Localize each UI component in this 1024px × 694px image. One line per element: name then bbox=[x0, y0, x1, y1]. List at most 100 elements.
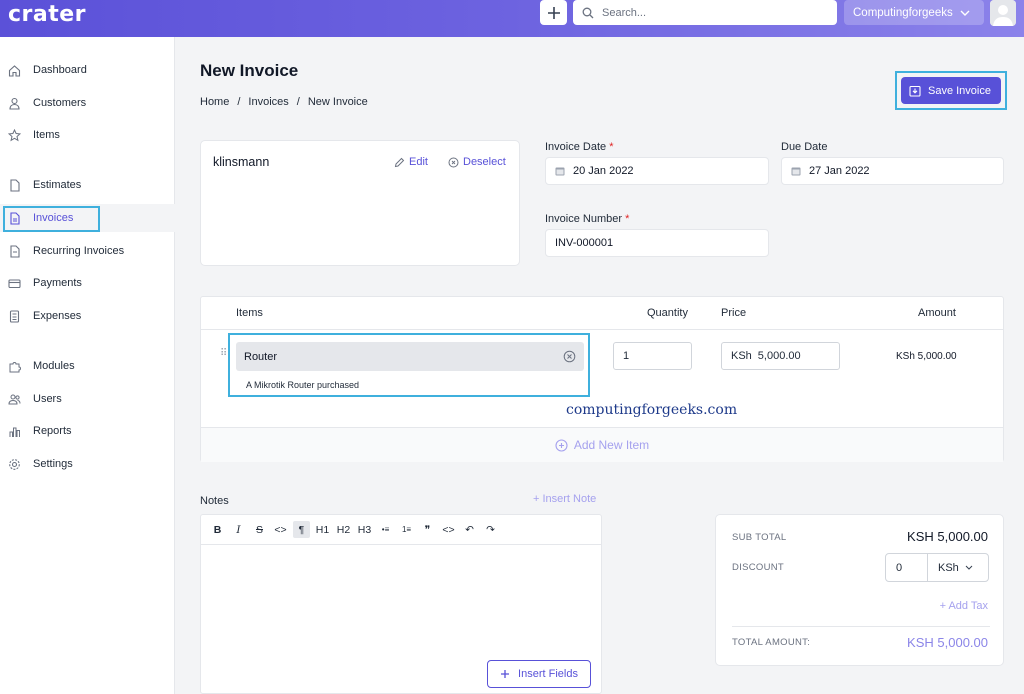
invoice-date-field[interactable]: 20 Jan 2022 bbox=[545, 157, 769, 185]
ordered-list-button[interactable]: 1≡ bbox=[398, 521, 415, 538]
credit-card-icon bbox=[8, 277, 21, 290]
sidebar-item-estimates[interactable]: Estimates bbox=[0, 171, 175, 199]
amount-column-header: Amount bbox=[918, 307, 956, 319]
undo-button[interactable]: ↶ bbox=[461, 521, 478, 538]
create-new-button[interactable] bbox=[540, 0, 567, 25]
company-switcher[interactable]: Computingforgeeks bbox=[844, 0, 984, 25]
insert-fields-label: Insert Fields bbox=[518, 668, 578, 680]
totals-card: SUB TOTAL KSH 5,000.00 DISCOUNT 0 KSh + … bbox=[715, 514, 1004, 666]
due-date-field[interactable]: 27 Jan 2022 bbox=[781, 157, 1004, 185]
discount-unit: KSh bbox=[938, 561, 959, 574]
add-new-item-button[interactable]: Add New Item bbox=[201, 427, 1003, 462]
search-input[interactable] bbox=[602, 6, 822, 19]
user-icon bbox=[8, 97, 21, 110]
insert-fields-button[interactable]: Insert Fields bbox=[487, 660, 591, 688]
sidebar-item-modules[interactable]: Modules bbox=[0, 352, 175, 380]
breadcrumb-invoices[interactable]: Invoices bbox=[248, 96, 288, 108]
users-icon bbox=[8, 393, 21, 406]
quantity-column-header: Quantity bbox=[647, 307, 688, 319]
page-title: New Invoice bbox=[200, 61, 299, 80]
x-circle-icon bbox=[448, 157, 459, 167]
item-highlight-box bbox=[228, 333, 590, 397]
discount-input: 0 KSh bbox=[885, 553, 989, 582]
code-button[interactable]: <> bbox=[272, 521, 289, 538]
deselect-customer-link[interactable]: Deselect bbox=[448, 156, 506, 168]
price-currency: KSh bbox=[731, 350, 752, 362]
sidebar-item-settings[interactable]: Settings bbox=[0, 450, 175, 478]
sidebar-item-expenses[interactable]: Expenses bbox=[0, 302, 175, 330]
code-block-button[interactable]: <> bbox=[440, 521, 457, 538]
sidebar-item-users[interactable]: Users bbox=[0, 385, 175, 413]
heading1-button[interactable]: H1 bbox=[314, 521, 331, 538]
notes-label: Notes bbox=[200, 495, 229, 507]
sidebar-item-recurring-invoices[interactable]: Recurring Invoices bbox=[0, 237, 175, 265]
document-icon bbox=[8, 178, 21, 192]
invoice-number-value: INV-000001 bbox=[555, 237, 614, 249]
blockquote-button[interactable]: ❞ bbox=[419, 521, 436, 538]
global-search[interactable] bbox=[573, 0, 837, 25]
breadcrumb: Home / Invoices / New Invoice bbox=[200, 96, 368, 108]
notes-editor[interactable]: B I S <> ¶ H1 H2 H3 •≡ 1≡ ❞ <> ↶ ↷ Inser… bbox=[200, 514, 602, 694]
add-tax-button[interactable]: + Add Tax bbox=[940, 600, 988, 612]
add-new-item-label: Add New Item bbox=[573, 438, 650, 452]
crater-logo[interactable]: crater bbox=[8, 2, 86, 27]
discount-unit-select[interactable]: KSh bbox=[928, 554, 988, 581]
invoice-date-value: 20 Jan 2022 bbox=[573, 165, 634, 177]
edit-customer-link[interactable]: Edit bbox=[394, 156, 428, 168]
invoice-date-label: Invoice Date * bbox=[545, 141, 614, 153]
quantity-value: 1 bbox=[623, 350, 630, 362]
invoice-number-label: Invoice Number * bbox=[545, 213, 630, 225]
sub-total-value: KSH 5,000.00 bbox=[907, 529, 988, 544]
chevron-down-icon bbox=[960, 10, 970, 16]
sidebar-item-items[interactable]: Items bbox=[0, 121, 175, 149]
heading3-button[interactable]: H3 bbox=[356, 521, 373, 538]
sidebar-item-label: Users bbox=[33, 393, 62, 405]
quantity-input[interactable]: 1 bbox=[613, 342, 692, 370]
save-invoice-label: Save Invoice bbox=[928, 84, 991, 97]
header-divider bbox=[201, 329, 1003, 330]
sidebar-item-reports[interactable]: Reports bbox=[0, 417, 175, 445]
breadcrumb-home[interactable]: Home bbox=[200, 96, 229, 108]
discount-value-input[interactable]: 0 bbox=[886, 554, 928, 581]
price-input[interactable]: KSh 5,000.00 bbox=[721, 342, 840, 370]
sidebar-item-customers[interactable]: Customers bbox=[0, 89, 175, 117]
invoices-highlight-box bbox=[3, 206, 100, 232]
italic-button[interactable]: I bbox=[230, 521, 247, 538]
paragraph-button[interactable]: ¶ bbox=[293, 521, 310, 538]
sidebar-item-label: Items bbox=[33, 129, 60, 141]
strikethrough-button[interactable]: S bbox=[251, 521, 268, 538]
sidebar-item-label: Modules bbox=[33, 360, 75, 372]
plus-circle-icon bbox=[555, 438, 568, 452]
totals-divider bbox=[732, 626, 990, 627]
due-date-label: Due Date bbox=[781, 141, 828, 153]
due-date-value: 27 Jan 2022 bbox=[809, 165, 870, 177]
items-table: Items Quantity Price Amount ⠿ Router A M… bbox=[200, 296, 1004, 462]
insert-note-button[interactable]: + Insert Note bbox=[533, 493, 596, 505]
heading2-button[interactable]: H2 bbox=[335, 521, 352, 538]
breadcrumb-separator: / bbox=[237, 96, 241, 108]
bullet-list-button[interactable]: •≡ bbox=[377, 521, 394, 538]
drag-handle-icon[interactable]: ⠿ bbox=[220, 348, 227, 359]
plus-icon bbox=[547, 6, 560, 19]
sidebar-item-dashboard[interactable]: Dashboard bbox=[0, 56, 175, 84]
sidebar-item-label: Estimates bbox=[33, 179, 82, 191]
row-amount: KSh 5,000.00 bbox=[896, 351, 957, 362]
user-avatar[interactable] bbox=[990, 0, 1016, 26]
sub-total-label: SUB TOTAL bbox=[732, 532, 787, 543]
star-icon bbox=[8, 128, 21, 142]
redo-button[interactable]: ↷ bbox=[482, 521, 499, 538]
price-value: 5,000.00 bbox=[757, 350, 801, 362]
plus-icon bbox=[501, 670, 510, 678]
sidebar-item-label: Reports bbox=[33, 425, 72, 437]
sidebar-item-payments[interactable]: Payments bbox=[0, 269, 175, 297]
search-icon bbox=[582, 7, 594, 18]
sidebar: Dashboard Customers Items Estimates Invo… bbox=[0, 37, 175, 694]
save-invoice-button[interactable]: Save Invoice bbox=[901, 77, 1001, 104]
sidebar-item-label: Dashboard bbox=[33, 64, 87, 76]
bold-button[interactable]: B bbox=[209, 521, 226, 538]
invoice-number-field[interactable]: INV-000001 bbox=[545, 229, 769, 257]
sidebar-item-label: Payments bbox=[33, 277, 82, 289]
pencil-icon bbox=[394, 157, 405, 167]
calendar-icon bbox=[555, 166, 565, 176]
items-column-header: Items bbox=[236, 307, 263, 319]
